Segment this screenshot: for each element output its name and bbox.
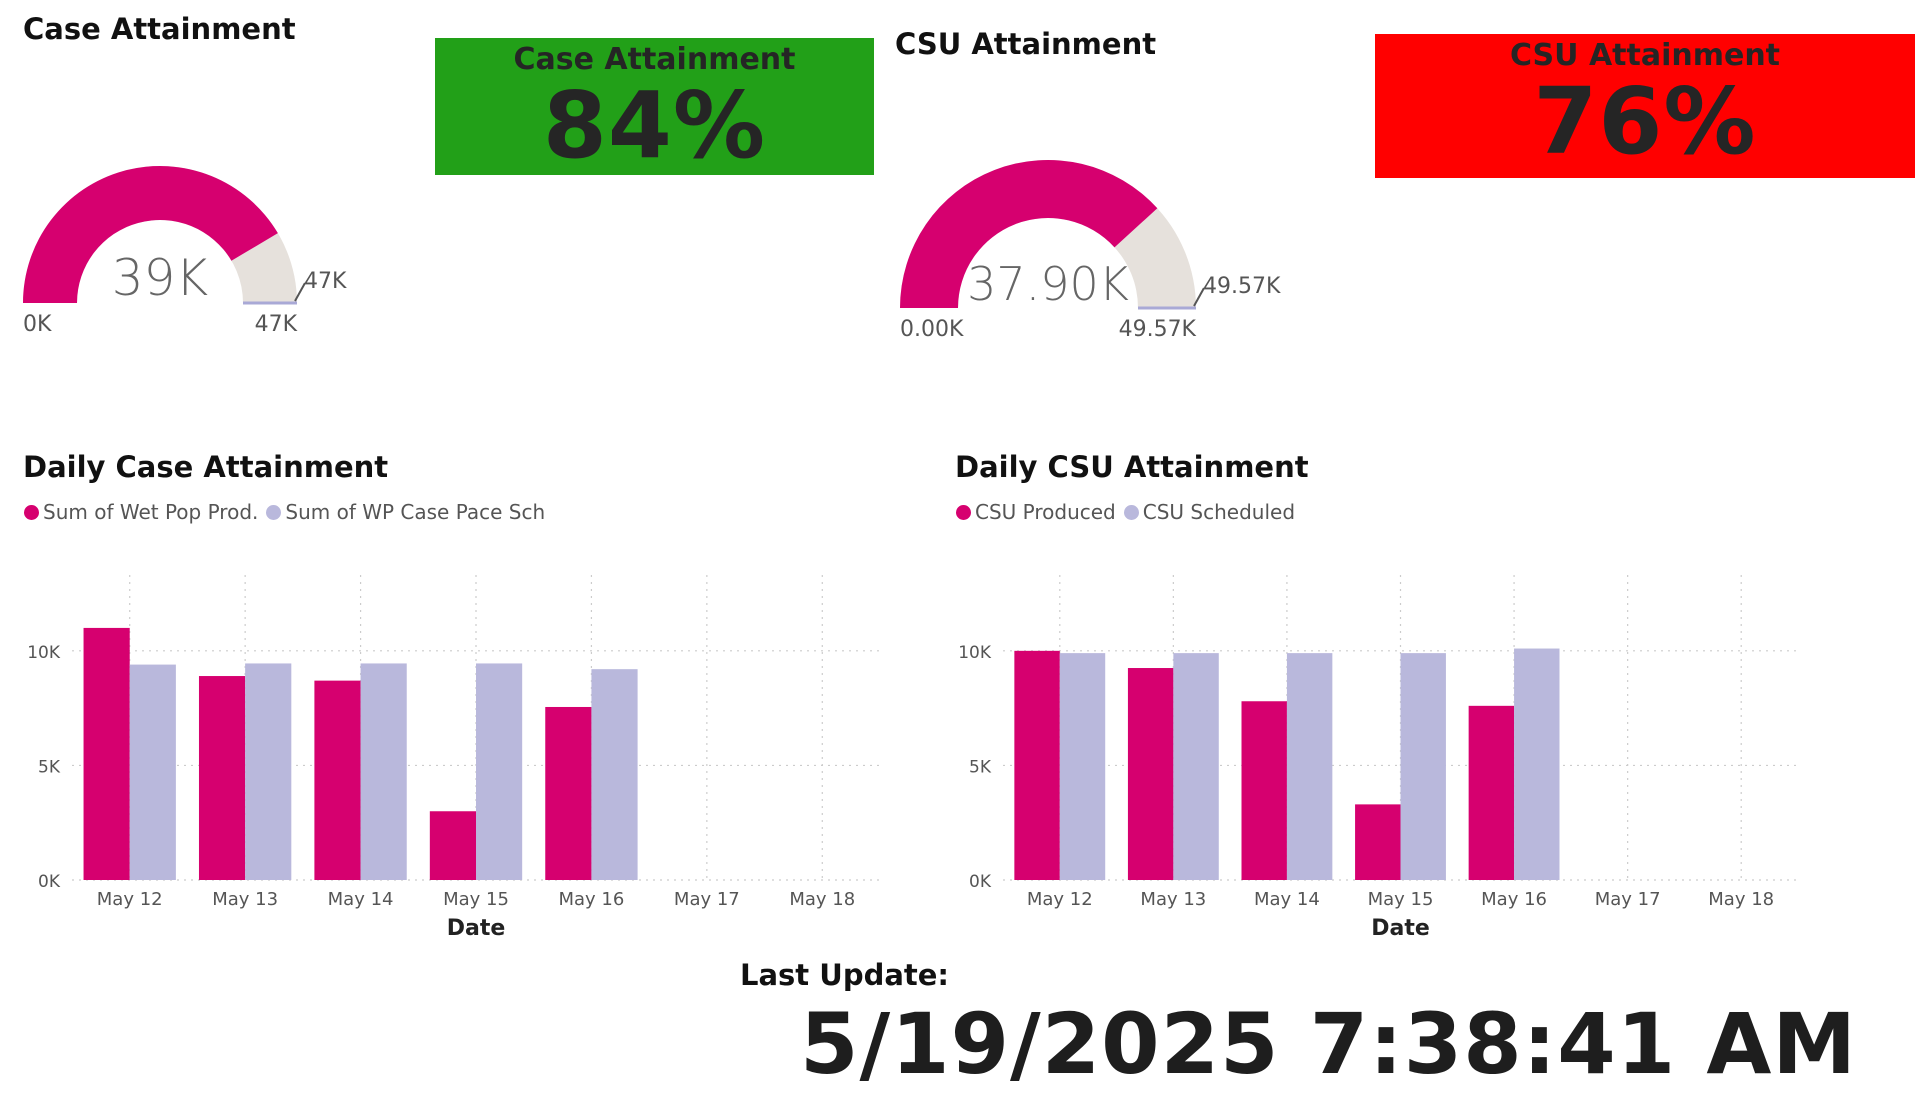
gauge-value-label: 37.90K — [967, 257, 1129, 311]
bar-produced[interactable] — [83, 627, 130, 880]
x-axis-title: Date — [1371, 916, 1430, 941]
bar-produced[interactable] — [1127, 668, 1174, 880]
y-tick-label: 10K — [958, 643, 992, 663]
kpi-value: 76% — [1533, 68, 1757, 175]
gauge-value-label: 39K — [112, 249, 209, 307]
x-tick-label: May 17 — [674, 889, 740, 910]
last-update-label: Last Update: — [740, 958, 950, 992]
legend-label: Sum of WP Case Pace Sch — [285, 500, 546, 524]
legend-item-produced: Sum of Wet Pop Prod. — [24, 500, 258, 524]
x-tick-label: May 13 — [1140, 889, 1206, 910]
legend-label: CSU Scheduled — [1142, 500, 1296, 524]
gauge-title-csu: CSU Attainment — [895, 27, 1157, 61]
x-tick-label: May 16 — [1481, 889, 1547, 910]
bar-produced[interactable] — [314, 680, 361, 880]
bar-scheduled[interactable] — [1173, 653, 1219, 880]
legend-label: CSU Produced — [975, 500, 1116, 524]
gauge-min-label: 0K — [23, 312, 52, 337]
legend-dot-icon — [956, 504, 971, 520]
gauge-title-case: Case Attainment — [23, 12, 296, 46]
legend-dot-icon — [24, 504, 39, 520]
csu-attainment-gauge: 37.90K0.00K 49.57K49.57K — [900, 160, 1281, 342]
gauge-max-label: 47K — [255, 312, 298, 337]
y-tick-label: 5K — [38, 757, 61, 777]
legend-item-scheduled: CSU Scheduled — [1123, 500, 1296, 524]
x-tick-label: May 15 — [443, 889, 509, 910]
chart-title-daily-csu: Daily CSU Attainment — [955, 450, 1309, 484]
gauge-min-label: 0.00K — [900, 317, 964, 342]
kpi-value: 84% — [542, 72, 767, 179]
bar-produced[interactable] — [1468, 705, 1515, 880]
bar-scheduled[interactable] — [360, 663, 407, 880]
x-axis-title: Date — [447, 916, 506, 941]
bar-produced[interactable] — [429, 811, 476, 880]
x-tick-label: May 14 — [328, 889, 394, 910]
daily-csu-attainment-chart: 0K 5K 10K May 12 May 13 May 14 May 15 May 16 May… — [958, 575, 1798, 941]
legend-item-scheduled: Sum of WP Case Pace Sch — [266, 500, 545, 524]
x-tick-label: May 18 — [789, 889, 855, 910]
legend-dot-icon — [1123, 504, 1139, 520]
chart-legend-case: Sum of Wet Pop Prod. Sum of WP Case Pace… — [24, 500, 553, 524]
bar-scheduled[interactable] — [1400, 653, 1446, 880]
x-tick-label: May 12 — [97, 889, 163, 910]
x-tick-label: May 18 — [1708, 889, 1774, 910]
y-tick-label: 5K — [969, 757, 992, 777]
y-tick-label: 0K — [38, 872, 61, 892]
bar-produced[interactable] — [198, 676, 246, 880]
bar-scheduled[interactable] — [245, 663, 292, 880]
x-tick-label: May 16 — [559, 889, 625, 910]
x-tick-label: May 17 — [1595, 889, 1661, 910]
bar-produced[interactable] — [1014, 650, 1060, 880]
gauge-max-label: 49.57K — [1119, 317, 1197, 342]
y-tick-label: 10K — [27, 643, 61, 663]
chart-title-daily-case: Daily Case Attainment — [23, 450, 389, 484]
last-update-timestamp: 5/19/2025 7:38:41 AM — [800, 995, 1857, 1093]
bar-scheduled[interactable] — [1059, 653, 1106, 880]
bar-scheduled[interactable] — [591, 669, 638, 880]
kpi-card-case-attainment: Case Attainment 84% — [435, 38, 874, 175]
bar-scheduled[interactable] — [476, 663, 523, 880]
case-attainment-gauge: 39K 0K 47K47K — [23, 165, 347, 337]
x-tick-label: May 12 — [1027, 889, 1093, 910]
bar-produced[interactable] — [545, 706, 592, 880]
bar-produced[interactable] — [1355, 804, 1401, 880]
bar-scheduled[interactable] — [1514, 648, 1560, 880]
y-tick-label: 0K — [969, 872, 992, 892]
daily-case-attainment-chart: 0K 5K 10K May 12 May 13 May 14 May 15 May 16 May… — [27, 575, 880, 941]
bar-produced[interactable] — [1241, 701, 1287, 880]
bar-scheduled[interactable] — [1286, 653, 1333, 880]
x-tick-label: May 13 — [212, 889, 278, 910]
chart-legend-csu: CSU Produced CSU Scheduled — [956, 500, 1303, 524]
x-tick-label: May 14 — [1254, 889, 1320, 910]
gauge-target-label: 49.57K — [1203, 274, 1281, 299]
legend-item-produced: CSU Produced — [956, 500, 1116, 524]
legend-dot-icon — [266, 504, 282, 520]
gauge-target-label: 47K — [304, 269, 347, 294]
kpi-card-csu-attainment: CSU Attainment 76% — [1375, 34, 1915, 178]
bar-scheduled[interactable] — [129, 664, 176, 880]
x-tick-label: May 15 — [1368, 889, 1434, 910]
legend-label: Sum of Wet Pop Prod. — [43, 500, 259, 524]
